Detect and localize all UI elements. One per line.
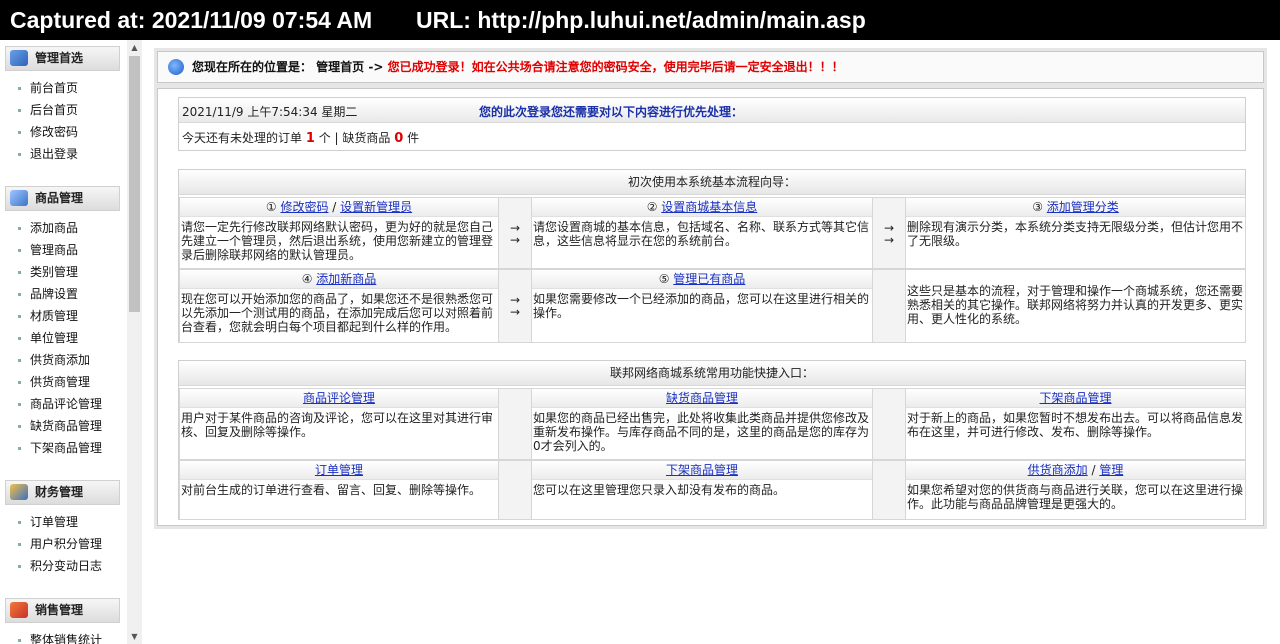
guide-note-text: 这些只是基本的流程，对于管理和操作一个商城系统，您还需要熟悉相关的其它操作。联邦… [907, 284, 1244, 326]
arrow-spacer [872, 269, 906, 343]
product-icon [10, 190, 28, 206]
guide-title: 初次使用本系统基本流程向导： [179, 170, 1245, 195]
sidebar-item-change-password[interactable]: 修改密码 [18, 124, 78, 140]
sidebar-section-title: 财务管理 [35, 485, 84, 499]
pending-summary: 今天还有未处理的订单 1 个 | 缺货商品 0 件 [182, 131, 420, 146]
capture-timestamp: Captured at: 2021/11/09 07:54 AM [10, 7, 373, 33]
sidebar-section-finance[interactable]: 财务管理 [5, 480, 120, 505]
column-spacer [872, 460, 906, 520]
shortcut-out-of-stock: 缺货商品管理 如果您的商品已经出售完，此处将收集此类商品并提供您修改及重新发布操… [531, 388, 873, 460]
guide-step-desc: 现在您可以开始添加您的商品了，如果您还不是很熟悉您可以先添加一个测试用的商品，在… [181, 292, 494, 334]
new-admin-link[interactable]: 设置新管理员 [340, 200, 412, 214]
guide-step-desc: 删除现有演示分类，本系统分类支持无限级分类，但估计您用不了无限级。 [907, 220, 1244, 248]
sidebar-item-categories[interactable]: 类别管理 [18, 264, 78, 280]
sidebar-item-logout[interactable]: 退出登录 [18, 146, 78, 162]
arrow-icon: → → [498, 269, 532, 343]
sidebar-item-sales-stats[interactable]: 整体销售统计 [18, 632, 102, 644]
network-icon [10, 50, 28, 66]
manage-supplier-link[interactable]: 管理 [1099, 463, 1123, 477]
sidebar-section-title: 商品管理 [35, 191, 84, 205]
orders-link[interactable]: 订单管理 [315, 463, 363, 477]
breadcrumb: 您现在所在的位置是： 管理首页 -> 您已成功登录！如在公共场合请注意您的密码安… [157, 51, 1264, 83]
sidebar-item-out-of-stock[interactable]: 缺货商品管理 [18, 418, 102, 434]
guide-step-2: ② 设置商城基本信息 请您设置商城的基本信息，包括域名、名称、联系方式等其它信息… [531, 197, 873, 269]
status-box: 2021/11/9 上午7:54:34 星期二 您的此次登录您还需要对以下内容进… [178, 97, 1246, 151]
guide-step-desc: 请您一定先行修改联邦网络默认密码，更为好的就是您自己先建立一个管理员，然后退出系… [181, 220, 494, 262]
sidebar-item-orders[interactable]: 订单管理 [18, 514, 78, 530]
unpublished-link[interactable]: 下架商品管理 [666, 463, 738, 477]
sidebar-item-manage-suppliers[interactable]: 供货商管理 [18, 374, 90, 390]
column-spacer [498, 460, 532, 520]
sidebar-scrollbar[interactable]: ▲ ▼ [127, 40, 142, 644]
scroll-down-icon[interactable]: ▼ [127, 629, 142, 644]
guide-step-3: ③ 添加管理分类 删除现有演示分类，本系统分类支持无限级分类，但估计您用不了无限… [905, 197, 1246, 269]
sales-icon [10, 602, 28, 618]
guide-step-desc: 如果您需要修改一个已经添加的商品，您可以在这里进行相关的操作。 [533, 292, 870, 320]
priority-notice: 您的此次登录您还需要对以下内容进行优先处理： [479, 105, 744, 119]
shortcuts: 联邦网络商城系统常用功能快捷入口： 商品评论管理 用户对于某件商品的咨询及评论，… [178, 360, 1246, 520]
sidebar-section-title: 销售管理 [35, 603, 84, 617]
sidebar-item-reviews[interactable]: 商品评论管理 [18, 396, 102, 412]
security-warning: 您已成功登录！如在公共场合请注意您的密码安全，使用完毕后请一定安全退出！！！ [387, 60, 844, 74]
sidebar-item-manage-products[interactable]: 管理商品 [18, 242, 78, 258]
add-supplier-link[interactable]: 供货商添加 [1028, 463, 1088, 477]
out-of-stock-count: 0 [394, 131, 404, 146]
dashboard-panel: 2021/11/9 上午7:54:34 星期二 您的此次登录您还需要对以下内容进… [157, 88, 1264, 526]
manage-products-link[interactable]: 管理已有商品 [673, 272, 745, 286]
shortcut-desc: 用户对于某件商品的咨询及评论，您可以在这里对其进行审核、回复及删除等操作。 [181, 411, 494, 439]
shortcut-desc: 如果您的商品已经出售完，此处将收集此类商品并提供您修改及重新发布操作。与库存商品… [533, 411, 870, 453]
shortcut-suppliers: 供货商添加 / 管理 如果您希望对您的供货商与商品进行关联，您可以在这里进行操作… [905, 460, 1246, 520]
sidebar-item-frontend-home[interactable]: 前台首页 [18, 80, 78, 96]
shortcut-desc: 对前台生成的订单进行查看、留言、回复、删除等操作。 [181, 483, 482, 497]
arrow-icon: → → [872, 197, 906, 269]
change-password-link[interactable]: 修改密码 [280, 200, 328, 214]
sidebar-item-delisted[interactable]: 下架商品管理 [18, 440, 102, 456]
reviews-link[interactable]: 商品评论管理 [303, 391, 375, 405]
shortcut-desc: 如果您希望对您的供货商与商品进行关联，您可以在这里进行操作。此功能与商品品牌管理… [907, 483, 1244, 511]
sidebar-item-add-product[interactable]: 添加商品 [18, 220, 78, 236]
sidebar-item-brands[interactable]: 品牌设置 [18, 286, 78, 302]
setup-guide: 初次使用本系统基本流程向导： ① 修改密码 / 设置新管理员 请您一定先行修改联… [178, 169, 1246, 343]
column-spacer [498, 388, 532, 460]
breadcrumb-path: 您现在所在的位置是： 管理首页 -> [192, 60, 384, 74]
scroll-up-icon[interactable]: ▲ [127, 40, 142, 55]
shortcut-delisted: 下架商品管理 对于新上的商品，如果您暂时不想发布出去。可以将商品信息发布在这里，… [905, 388, 1246, 460]
shortcut-desc: 您可以在这里管理您只录入却没有发布的商品。 [533, 483, 786, 497]
add-product-link[interactable]: 添加新商品 [316, 272, 376, 286]
sidebar-section-title: 管理首选 [35, 51, 84, 65]
add-category-link[interactable]: 添加管理分类 [1047, 200, 1119, 214]
sidebar-item-add-supplier[interactable]: 供货商添加 [18, 352, 90, 368]
shortcut-reviews: 商品评论管理 用户对于某件商品的咨询及评论，您可以在这里对其进行审核、回复及删除… [179, 388, 499, 460]
scrollbar-thumb[interactable] [129, 56, 140, 312]
sidebar-section-sales[interactable]: 销售管理 [5, 598, 120, 623]
arrow-icon: → → [498, 197, 532, 269]
guide-step-1: ① 修改密码 / 设置新管理员 请您一定先行修改联邦网络默认密码，更为好的就是您… [179, 197, 499, 269]
finance-icon [10, 484, 28, 500]
sidebar-section-products[interactable]: 商品管理 [5, 186, 120, 211]
pending-orders-count: 1 [305, 131, 315, 146]
sidebar-item-units[interactable]: 单位管理 [18, 330, 78, 346]
sidebar: 管理首选 前台首页 后台首页 修改密码 退出登录 商品管理 添加商品 管理商品 … [0, 40, 142, 644]
capture-bar: Captured at: 2021/11/09 07:54 AM URL: ht… [0, 0, 1280, 40]
out-of-stock-link[interactable]: 缺货商品管理 [666, 391, 738, 405]
guide-step-desc: 请您设置商城的基本信息，包括域名、名称、联系方式等其它信息，这些信息将显示在您的… [533, 220, 870, 248]
sidebar-section-home[interactable]: 管理首选 [5, 46, 120, 71]
delisted-link[interactable]: 下架商品管理 [1039, 391, 1111, 405]
shortcut-unpublished: 下架商品管理 您可以在这里管理您只录入却没有发布的商品。 [531, 460, 873, 520]
mall-settings-link[interactable]: 设置商城基本信息 [661, 200, 757, 214]
shortcuts-title: 联邦网络商城系统常用功能快捷入口： [179, 361, 1245, 386]
shortcut-orders: 订单管理 对前台生成的订单进行查看、留言、回复、删除等操作。 [179, 460, 499, 520]
guide-step-5: ⑤ 管理已有商品 如果您需要修改一个已经添加的商品，您可以在这里进行相关的操作。 [531, 269, 873, 343]
info-icon [168, 59, 184, 75]
guide-note: 这些只是基本的流程，对于管理和操作一个商城系统，您还需要熟悉相关的其它操作。联邦… [905, 269, 1246, 343]
sidebar-item-materials[interactable]: 材质管理 [18, 308, 78, 324]
sidebar-item-backend-home[interactable]: 后台首页 [18, 102, 78, 118]
shortcut-desc: 对于新上的商品，如果您暂时不想发布出去。可以将商品信息发布在这里，并可进行修改、… [907, 411, 1244, 439]
sidebar-item-user-points[interactable]: 用户积分管理 [18, 536, 102, 552]
column-spacer [872, 388, 906, 460]
sidebar-item-points-log[interactable]: 积分变动日志 [18, 558, 102, 574]
login-datetime: 2021/11/9 上午7:54:34 星期二 [182, 105, 358, 119]
guide-step-4: ④ 添加新商品 现在您可以开始添加您的商品了，如果您还不是很熟悉您可以先添加一个… [179, 269, 499, 343]
capture-url: URL: http://php.luhui.net/admin/main.asp [416, 7, 866, 33]
